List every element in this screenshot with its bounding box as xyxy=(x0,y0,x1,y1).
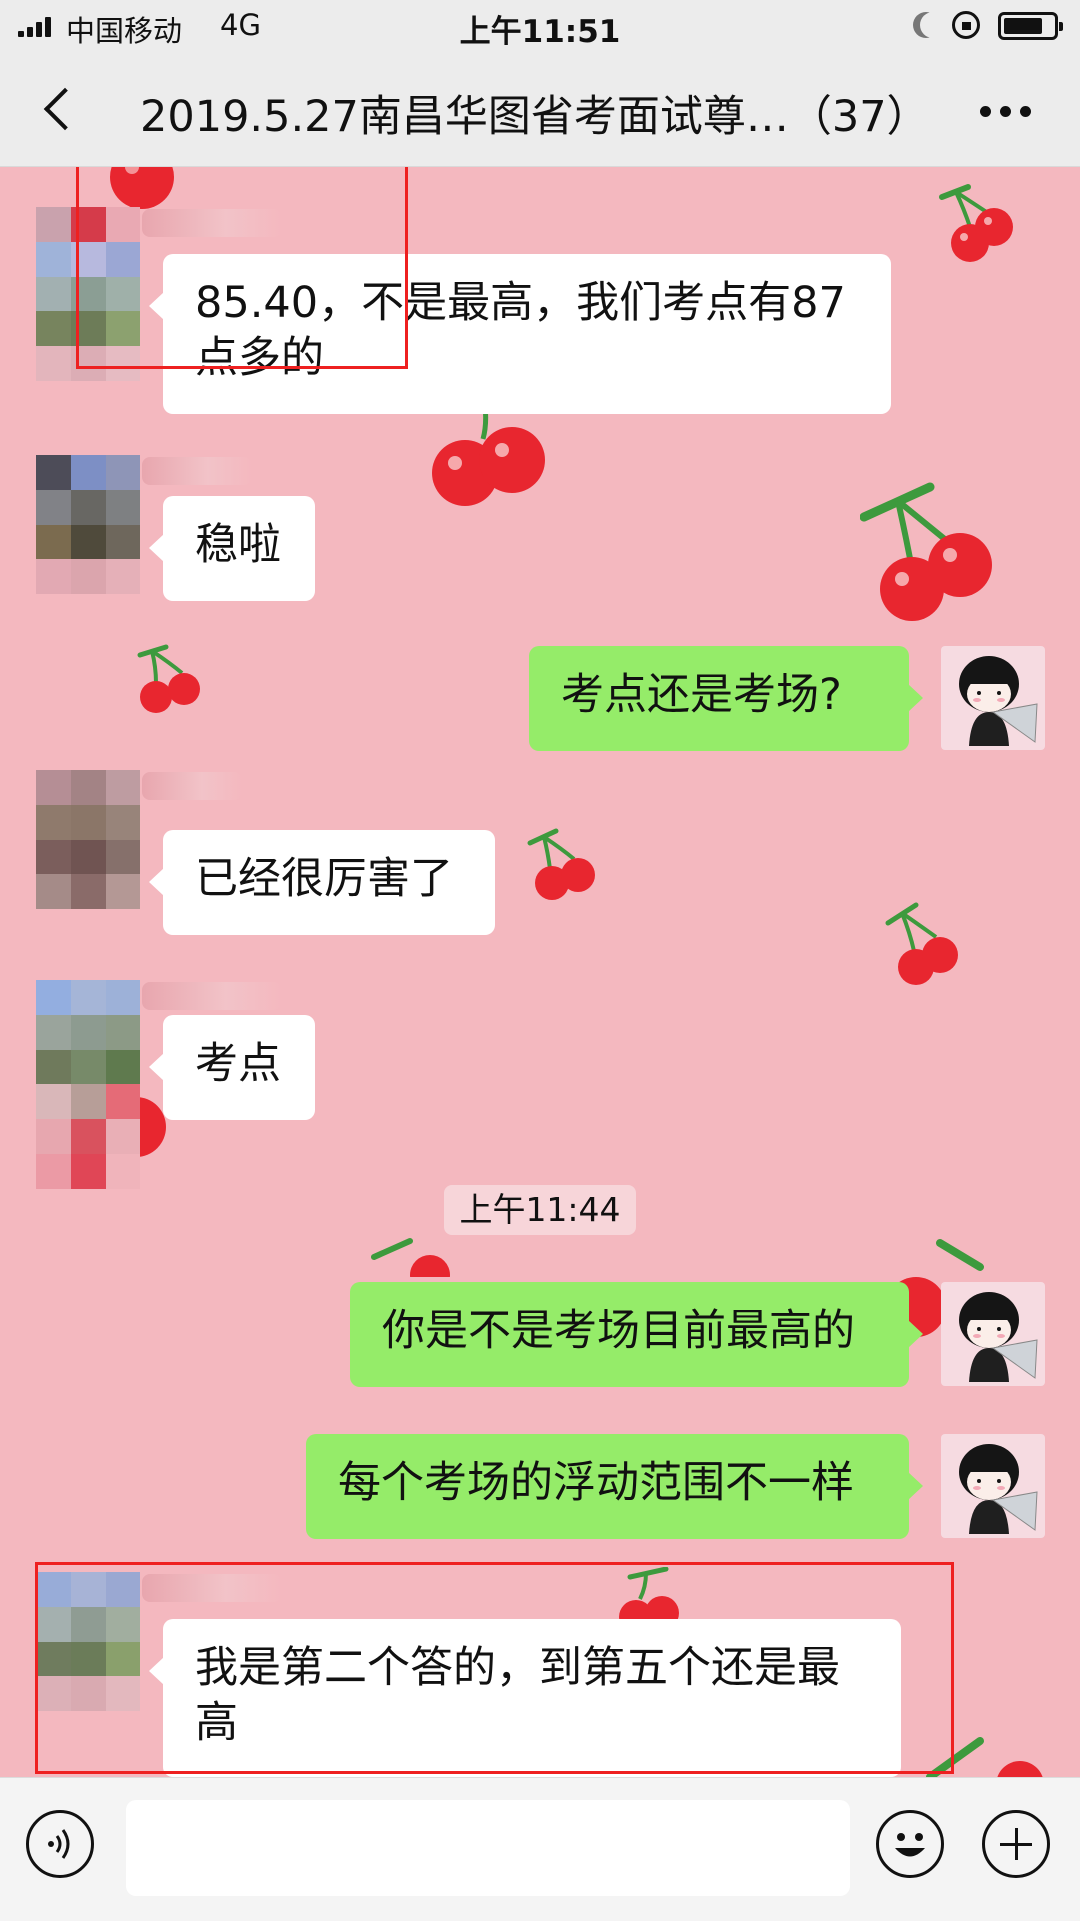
message-text: 考点还是考场? xyxy=(561,670,842,720)
message-bubble[interactable]: 考点 xyxy=(149,1015,315,1120)
message-text: 已经很厉害了 xyxy=(195,854,453,904)
voice-icon[interactable] xyxy=(26,1810,94,1878)
sender-nickname xyxy=(142,982,282,1010)
highlight-box xyxy=(35,1562,954,1774)
message-text: 稳啦 xyxy=(195,520,281,570)
battery-icon xyxy=(998,12,1063,40)
message-text: 考点 xyxy=(195,1039,281,1089)
cherry-decoration xyxy=(939,184,1013,262)
message-bubble[interactable]: 已经很厉害了 xyxy=(149,830,495,935)
highlight-box xyxy=(76,167,408,369)
cherry-decoration xyxy=(137,644,200,713)
chat-title[interactable]: 2019.5.27南昌华图省考面试尊…（37） xyxy=(140,82,930,144)
sender-nickname xyxy=(142,772,242,800)
message-text: 你是不是考场目前最高的 xyxy=(382,1306,855,1356)
sender-nickname xyxy=(142,457,252,485)
my-avatar[interactable] xyxy=(941,646,1045,750)
plus-icon[interactable] xyxy=(982,1810,1050,1878)
input-bar xyxy=(0,1777,1080,1921)
sender-avatar-lower xyxy=(36,874,140,910)
rotation-lock-icon xyxy=(952,11,980,39)
cherry-decoration xyxy=(371,1238,450,1277)
cherry-decoration xyxy=(885,902,958,985)
message-text: 每个考场的浮动范围不一样 xyxy=(338,1458,854,1508)
message-bubble[interactable]: 考点还是考场? xyxy=(529,646,923,751)
cherry-decoration xyxy=(860,482,992,621)
sender-avatar[interactable] xyxy=(36,980,140,1084)
chat-area[interactable]: 85.40，不是最高，我们考点有87点多的 稳啦 考点还是考场? 已经很厉害了 … xyxy=(0,167,1080,1777)
message-bubble[interactable]: 每个考场的浮动范围不一样 xyxy=(306,1434,923,1539)
message-bubble[interactable]: 稳啦 xyxy=(149,496,315,601)
chat-header: 2019.5.27南昌华图省考面试尊…（37） xyxy=(0,54,1080,167)
sender-avatar[interactable] xyxy=(36,455,140,559)
my-avatar[interactable] xyxy=(941,1434,1045,1538)
sender-avatar-lower xyxy=(36,1084,140,1190)
message-bubble[interactable]: 你是不是考场目前最高的 xyxy=(350,1282,923,1387)
my-avatar[interactable] xyxy=(941,1282,1045,1386)
message-input[interactable] xyxy=(126,1800,850,1896)
cherry-decoration xyxy=(432,405,545,506)
emoji-icon[interactable] xyxy=(876,1810,944,1878)
more-icon[interactable] xyxy=(980,106,1032,118)
back-icon[interactable] xyxy=(36,84,86,134)
moon-icon xyxy=(920,12,946,38)
cherry-decoration xyxy=(527,828,595,900)
timestamp: 上午11:44 xyxy=(444,1185,636,1235)
status-bar: 中国移动 4G 上午11:51 xyxy=(0,0,1080,54)
status-time: 上午11:51 xyxy=(459,14,621,50)
sender-avatar[interactable] xyxy=(36,770,140,874)
sender-avatar-lower xyxy=(36,559,140,595)
